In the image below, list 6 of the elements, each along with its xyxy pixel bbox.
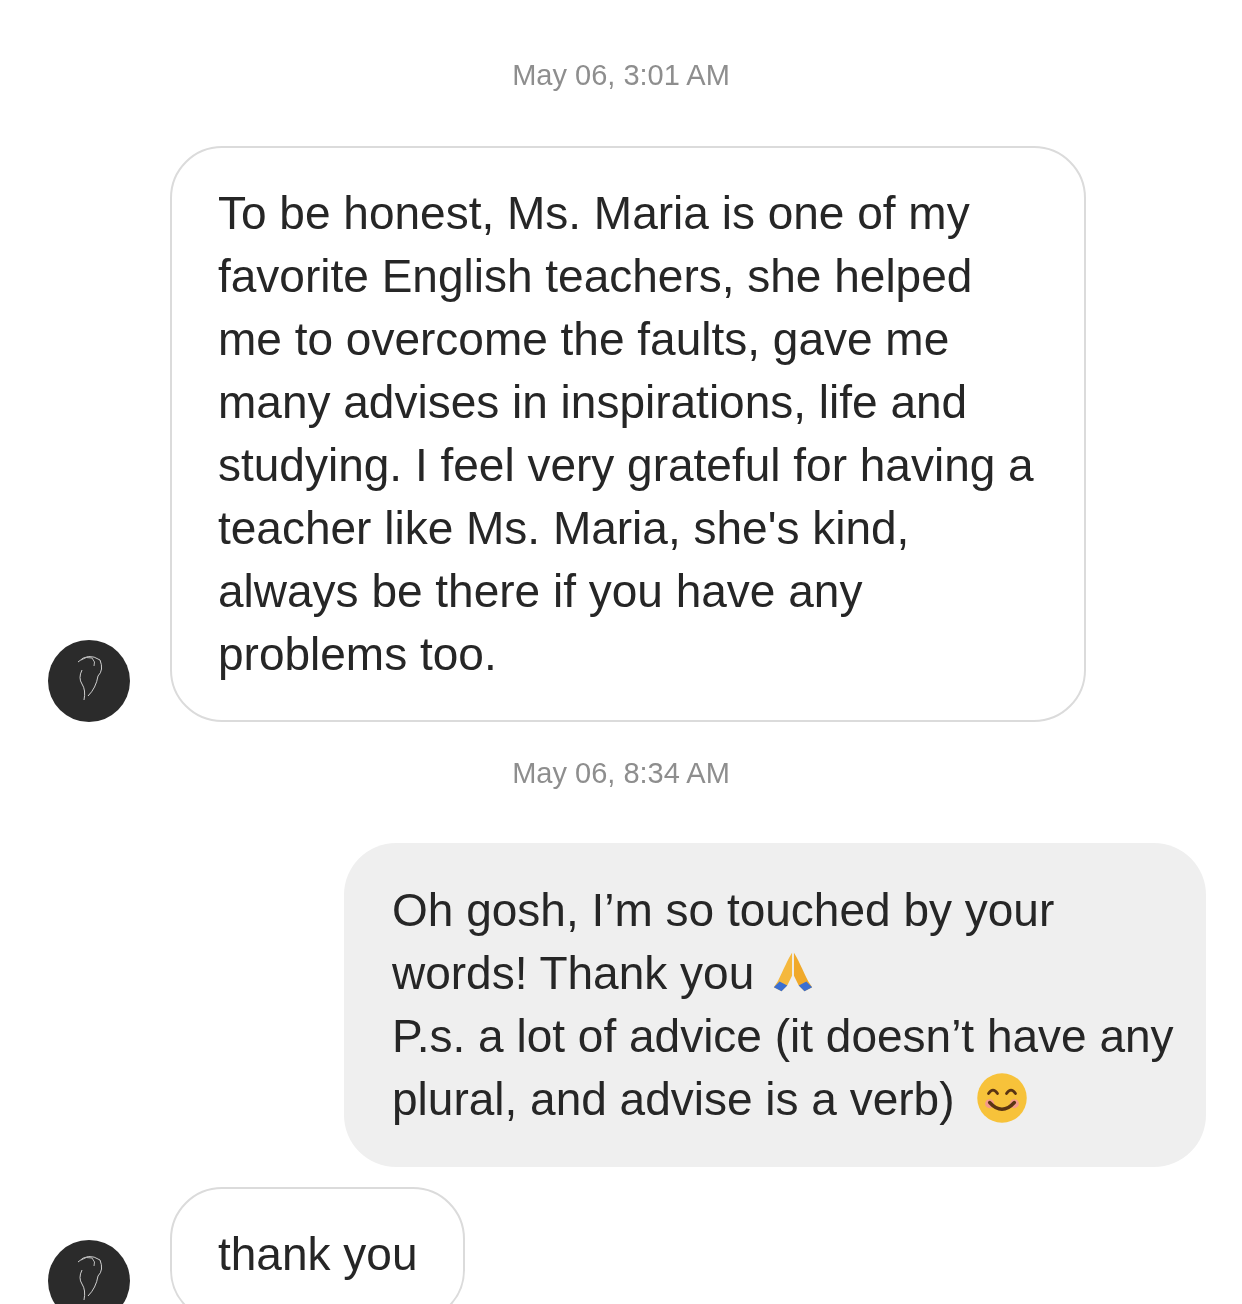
message-text: thank you xyxy=(218,1227,418,1282)
timestamp: May 06, 3:01 AM xyxy=(512,58,730,93)
timestamp: May 06, 8:34 AM xyxy=(512,755,730,791)
message-text: To be honest, Ms. Maria is one of my favorite English teachers, she helped me to overcome the faults, gave me many advises in inspirations, life and studying. I feel very grateful for having a teacher like Ms. Maria, she's kind, always be there if you have any problems too. xyxy=(218,185,1035,682)
message-text: Oh gosh, I’m so touched by your words! Thank you xyxy=(392,883,1056,1001)
message-text: P.s. a lot of advice (it doesn’t have any plural, and advise is a verb) xyxy=(392,1009,1175,1127)
